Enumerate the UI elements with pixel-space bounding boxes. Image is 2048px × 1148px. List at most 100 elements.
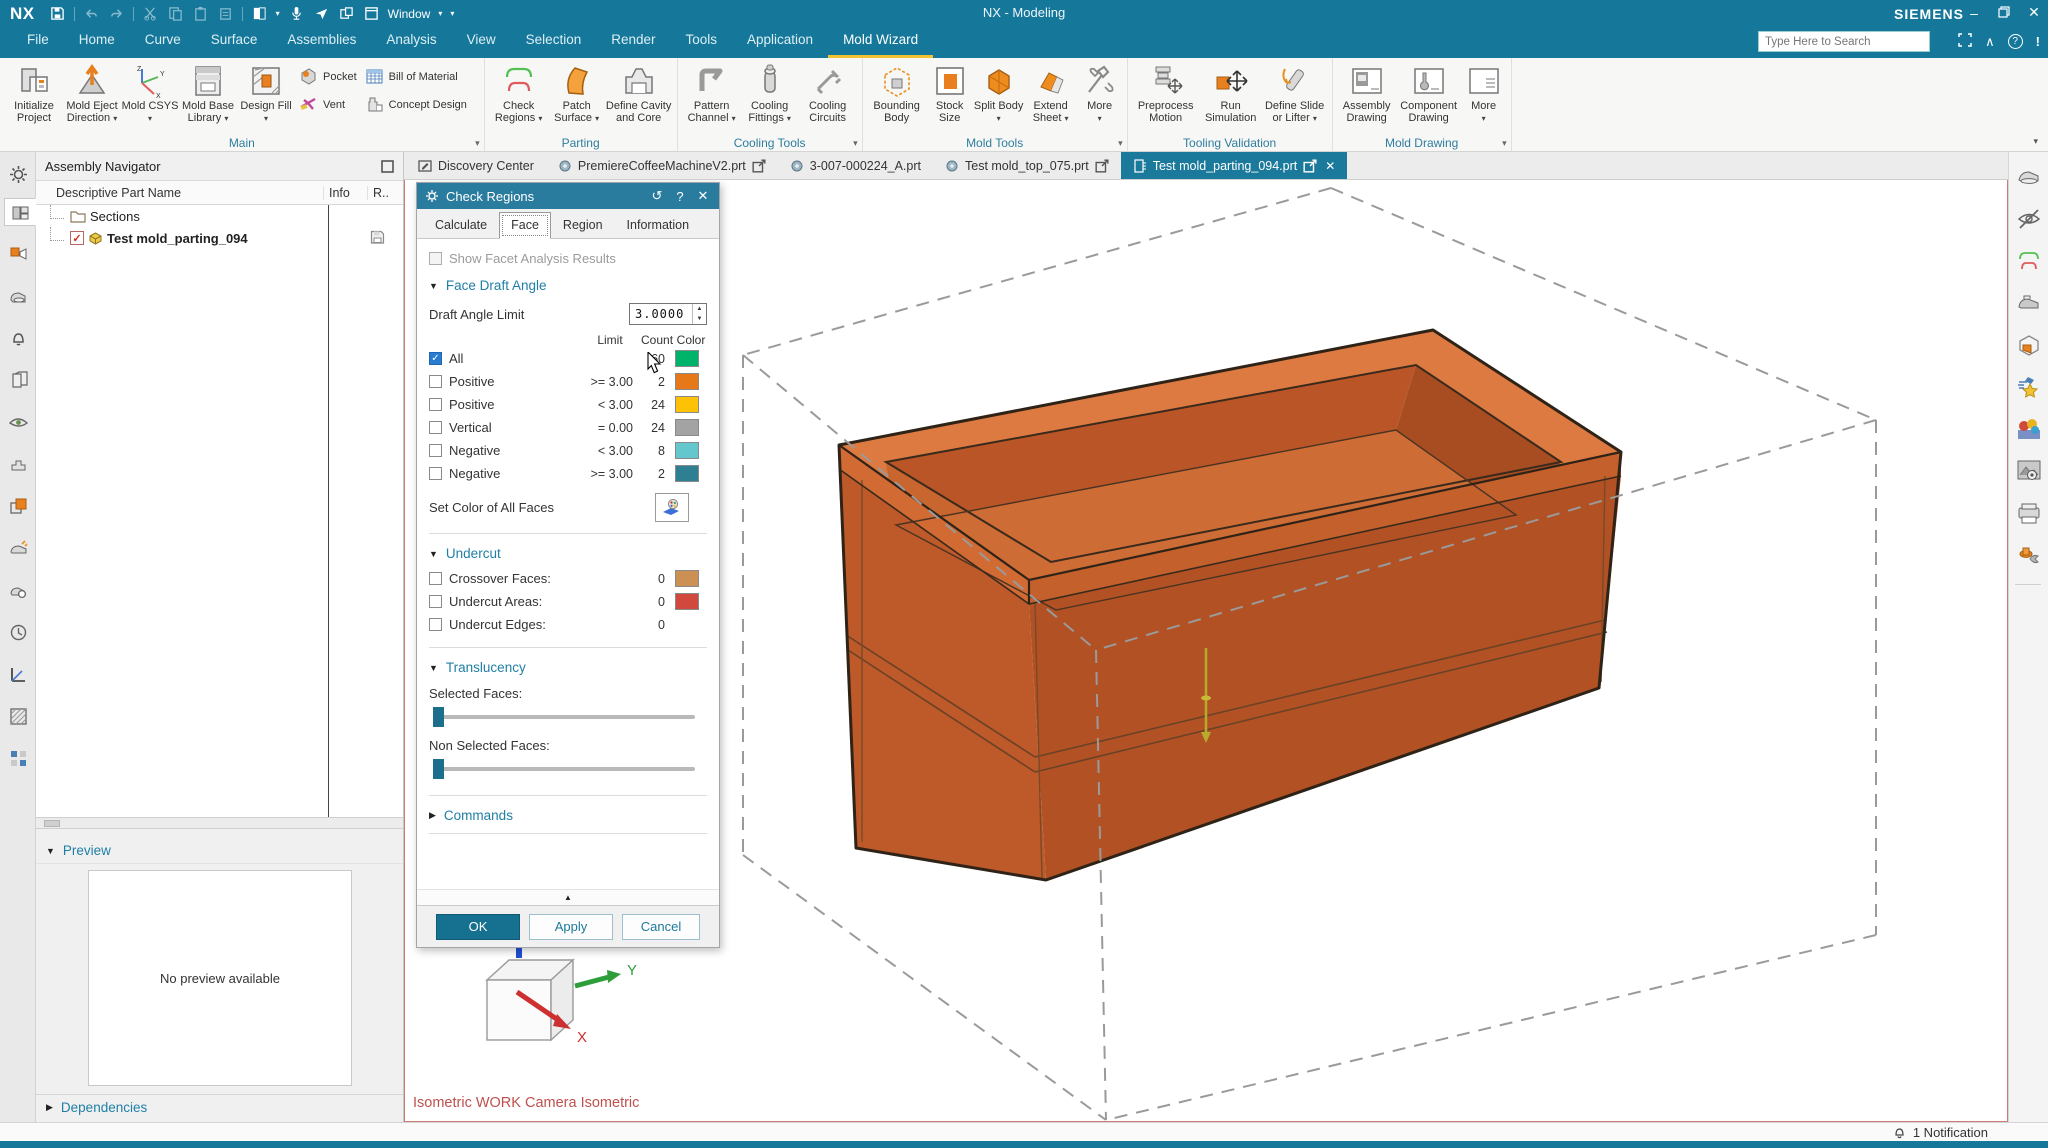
- datum-axes-icon[interactable]: [4, 660, 32, 688]
- stock-cube-icon[interactable]: [2016, 332, 2042, 358]
- selected-faces-slider[interactable]: [433, 707, 703, 727]
- restore-button[interactable]: [1996, 5, 2012, 21]
- panel-splitter[interactable]: [36, 817, 403, 829]
- mold-csys-button[interactable]: ZYX Mold CSYS ▾: [121, 61, 179, 125]
- color-swatch[interactable]: [675, 419, 699, 436]
- color-swatch[interactable]: [675, 396, 699, 413]
- minimize-button[interactable]: –: [1966, 5, 1982, 21]
- qat-customize-icon[interactable]: ▾: [450, 9, 454, 18]
- mold-base-library-button[interactable]: Mold Base Library ▾: [179, 61, 237, 125]
- reuse-library-icon[interactable]: [4, 366, 32, 394]
- image-settings-icon[interactable]: [2016, 458, 2042, 484]
- draft-angle-limit-spinner[interactable]: 3.0000 ▲▼: [629, 303, 707, 325]
- navigator-tree[interactable]: Sections ✓ Test mold_parting_094: [36, 205, 403, 817]
- color-swatch[interactable]: [675, 593, 699, 610]
- settings-gear-icon[interactable]: [4, 160, 32, 188]
- notifications-bell-icon[interactable]: [4, 324, 32, 352]
- slider-handle[interactable]: [433, 759, 444, 779]
- window-frame-icon[interactable]: [363, 5, 380, 22]
- stock-size-button[interactable]: Stock Size: [926, 61, 974, 125]
- undo-icon[interactable]: [83, 5, 100, 22]
- dialog-collapse-strip[interactable]: ▲: [417, 889, 719, 905]
- undercut-edges-checkbox[interactable]: [429, 618, 442, 631]
- show-facet-checkbox[interactable]: [429, 252, 442, 265]
- group-dialog-launcher-icon[interactable]: ▾: [1502, 138, 1507, 149]
- dependencies-section-header[interactable]: ▶ Dependencies: [36, 1094, 403, 1120]
- redo-icon[interactable]: [108, 5, 125, 22]
- design-fill-button[interactable]: Design Fill ▾: [237, 61, 295, 125]
- tab-face[interactable]: Face: [499, 212, 551, 239]
- crossover-faces-row[interactable]: Crossover Faces: 0: [429, 567, 707, 590]
- column-descriptive-part-name[interactable]: Descriptive Part Name: [36, 186, 323, 200]
- menu-curve[interactable]: Curve: [130, 27, 196, 58]
- tab-information[interactable]: Information: [615, 212, 702, 239]
- tab-close-icon[interactable]: ✕: [1325, 159, 1335, 173]
- mold-tools-more-button[interactable]: More▾: [1078, 61, 1122, 125]
- preprocess-motion-button[interactable]: Preprocess Motion: [1133, 61, 1199, 125]
- split-body-button[interactable]: Split Body ▾: [974, 61, 1024, 125]
- run-simulation-button[interactable]: Run Simulation: [1199, 61, 1263, 125]
- fda-row-positive-ge[interactable]: Positive >= 3.00 2: [429, 370, 707, 393]
- press-tool-icon[interactable]: [4, 450, 32, 478]
- cavity-block-icon[interactable]: [2016, 290, 2042, 316]
- color-swatch[interactable]: [675, 373, 699, 390]
- menu-home[interactable]: Home: [64, 27, 130, 58]
- cooling-fittings-button[interactable]: Cooling Fittings ▾: [741, 61, 799, 125]
- menu-analysis[interactable]: Analysis: [371, 27, 451, 58]
- render-spheres-icon[interactable]: [2016, 416, 2042, 442]
- bill-of-material-button[interactable]: Bill of Material: [365, 67, 475, 86]
- pattern-channel-button[interactable]: Pattern Channel ▾: [683, 61, 741, 125]
- minimize-ribbon-icon[interactable]: ∧: [1985, 34, 1995, 50]
- positive-ge-checkbox[interactable]: [429, 375, 442, 388]
- pocket-button[interactable]: Pocket: [299, 67, 357, 86]
- tab-discovery-center[interactable]: Discovery Center: [406, 152, 546, 179]
- color-swatch[interactable]: [675, 442, 699, 459]
- all-checkbox[interactable]: ✓: [429, 352, 442, 365]
- clipboard-icon[interactable]: [217, 5, 234, 22]
- menu-tools[interactable]: Tools: [671, 27, 733, 58]
- fda-row-negative-ge[interactable]: Negative >= 3.00 2: [429, 462, 707, 485]
- search-input[interactable]: [1759, 36, 1925, 48]
- tree-row-part[interactable]: ✓ Test mold_parting_094: [36, 227, 403, 249]
- part-visibility-checkbox[interactable]: ✓: [70, 231, 84, 245]
- apply-button[interactable]: Apply: [529, 914, 613, 940]
- tooling-wrench-icon[interactable]: [2016, 542, 2042, 568]
- history-clock-icon[interactable]: [4, 618, 32, 646]
- send-feedback-icon[interactable]: [313, 5, 330, 22]
- microphone-icon[interactable]: [288, 5, 305, 22]
- menu-selection[interactable]: Selection: [511, 27, 597, 58]
- slider-handle[interactable]: [433, 707, 444, 727]
- assembly-navigator-icon[interactable]: [4, 198, 36, 226]
- cut-icon[interactable]: [142, 5, 159, 22]
- assembly-drawing-button[interactable]: Assembly Drawing: [1338, 61, 1396, 125]
- undercut-areas-row[interactable]: Undercut Areas: 0: [429, 590, 707, 613]
- define-slide-lifter-button[interactable]: Define Slide or Lifter ▾: [1263, 61, 1327, 125]
- command-search[interactable]: [1758, 31, 1930, 52]
- draft-angle-limit-value[interactable]: 3.0000: [630, 304, 692, 324]
- process-grid-icon[interactable]: [4, 744, 32, 772]
- help-icon[interactable]: ?: [2008, 34, 2023, 49]
- face-draft-angle-header[interactable]: ▼ Face Draft Angle: [429, 278, 707, 293]
- vertical-checkbox[interactable]: [429, 421, 442, 434]
- section-hatch-icon[interactable]: [4, 702, 32, 730]
- tab-region[interactable]: Region: [551, 212, 615, 239]
- color-swatch[interactable]: [675, 465, 699, 482]
- fda-row-positive-lt[interactable]: Positive < 3.00 24: [429, 393, 707, 416]
- fda-row-vertical[interactable]: Vertical = 0.00 24: [429, 416, 707, 439]
- graphics-viewport[interactable]: Y X Isometric WORK Camera Isometric Chec…: [404, 180, 2008, 1122]
- commands-header[interactable]: ▶ Commands: [429, 808, 707, 823]
- tab-3-007-000224[interactable]: 3-007-000224_A.prt: [778, 152, 933, 179]
- view-window-icon[interactable]: [251, 5, 268, 22]
- undercut-header[interactable]: ▼ Undercut: [429, 546, 707, 561]
- mold-eject-direction-button[interactable]: Mold Eject Direction ▾: [63, 61, 121, 125]
- set-color-button[interactable]: [655, 493, 689, 522]
- check-regions-curves-icon[interactable]: [2016, 248, 2042, 274]
- visualization-eye-icon[interactable]: [4, 408, 32, 436]
- menu-render[interactable]: Render: [596, 27, 670, 58]
- menu-view[interactable]: View: [452, 27, 511, 58]
- ribbon-options-icon[interactable]: ▾: [2033, 136, 2038, 147]
- copy-icon[interactable]: [167, 5, 184, 22]
- multi-window-icon[interactable]: [338, 5, 355, 22]
- undercut-edges-row[interactable]: Undercut Edges: 0: [429, 613, 707, 636]
- group-dialog-launcher-icon[interactable]: ▾: [853, 138, 858, 149]
